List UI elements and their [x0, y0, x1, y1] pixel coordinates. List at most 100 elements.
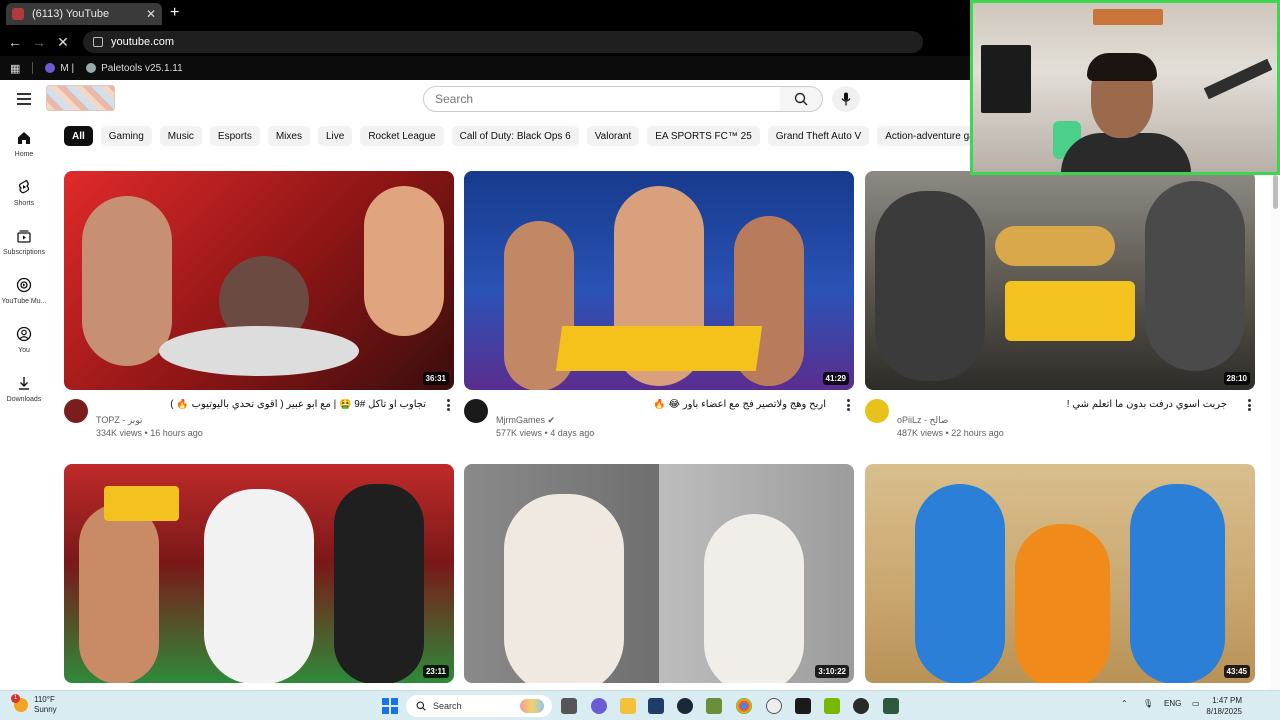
new-tab-button[interactable]: +	[170, 4, 179, 22]
chip-mixes[interactable]: Mixes	[267, 126, 310, 146]
settings-gear-icon[interactable]	[766, 698, 782, 714]
more-actions-icon[interactable]	[846, 399, 850, 411]
url-text: youtube.com	[111, 36, 174, 48]
video-title[interactable]: جربت اسوي درفت بدون ما اتعلم شي !	[897, 399, 1227, 410]
microphone-tray-icon[interactable]: 🎙	[1143, 699, 1153, 708]
taskbar-search[interactable]: Search	[406, 695, 552, 717]
video-card[interactable]: 43:45	[865, 464, 1255, 683]
chip-music[interactable]: Music	[159, 126, 202, 146]
bookmark-m[interactable]: M |	[45, 63, 74, 74]
sidebar-item-home[interactable]: Home	[0, 120, 48, 164]
sidebar-label: You	[18, 347, 30, 354]
sidebar-item-youtube-music[interactable]: YouTube Mu...	[0, 267, 48, 311]
sidebar-item-downloads[interactable]: Downloads	[0, 365, 48, 409]
sidebar-label: YouTube Mu...	[1, 298, 47, 305]
video-card[interactable]: 28:10 جربت اسوي درفت بدون ما اتعلم شي ! …	[865, 171, 1255, 440]
chip-gaming[interactable]: Gaming	[100, 126, 152, 146]
video-thumbnail[interactable]: 28:10	[865, 171, 1255, 390]
sidebar-item-subscriptions[interactable]: Subscriptions	[0, 218, 48, 262]
chip-action-adventure[interactable]: Action-adventure games	[877, 126, 970, 146]
video-thumbnail[interactable]: 3:10:22	[464, 464, 854, 683]
video-thumbnail[interactable]: 43:45	[865, 464, 1255, 683]
bookmark-paletools[interactable]: Paletools v25.1.11	[86, 63, 183, 74]
chip-esports[interactable]: Esports	[209, 126, 260, 146]
close-tab-icon[interactable]: ✕	[146, 7, 156, 21]
youtube-doodle-logo[interactable]	[46, 85, 115, 111]
scrollbar-thumb[interactable]	[1273, 175, 1278, 209]
home-icon	[18, 132, 30, 144]
video-stats: 334K views • 16 hours ago	[96, 428, 203, 438]
chip-valorant[interactable]: Valorant	[586, 126, 640, 146]
site-info-icon[interactable]	[93, 37, 103, 47]
chip-rocket-league[interactable]: Rocket League	[360, 126, 444, 146]
menu-icon[interactable]	[17, 93, 31, 105]
back-icon[interactable]: ←	[3, 34, 27, 50]
nvidia-icon[interactable]	[795, 698, 811, 714]
title-banner	[555, 326, 763, 371]
video-card[interactable]: 41:29 اربح وهج ولاتصير فج مع اعضاء باور …	[464, 171, 854, 440]
sidebar-item-shorts[interactable]: Shorts	[0, 169, 48, 213]
search-input[interactable]: Search	[423, 86, 781, 112]
chrome-icon[interactable]	[736, 698, 752, 714]
chip-all[interactable]: All	[64, 126, 93, 146]
chip-ea-sports-fc[interactable]: EA SPORTS FC™ 25	[647, 126, 760, 146]
sun-icon: 1	[11, 694, 28, 712]
page-scrollbar[interactable]	[1270, 120, 1280, 690]
video-stats: 577K views • 4 days ago	[496, 428, 595, 438]
divider	[32, 62, 34, 74]
video-title[interactable]: اربح وهج ولاتصير فج مع اعضاء باور 😂 🔥	[496, 399, 826, 410]
tab-title: (6113) YouTube	[32, 8, 110, 20]
nvidia-app-icon[interactable]	[824, 698, 840, 714]
apps-grid-icon[interactable]: ▦	[10, 62, 20, 75]
stop-loading-icon[interactable]: ✕	[51, 34, 75, 51]
search-button[interactable]	[780, 86, 823, 112]
browser-tab-youtube[interactable]: (6113) YouTube ✕	[6, 3, 162, 25]
channel-name[interactable]: MjrmGames ✔	[496, 415, 555, 426]
windows-start-icon[interactable]	[382, 698, 398, 714]
show-hidden-icons-icon[interactable]: ⌃	[1121, 699, 1128, 708]
store-icon[interactable]	[648, 698, 664, 714]
channel-avatar[interactable]	[464, 399, 488, 423]
video-thumbnail[interactable]: 41:29	[464, 171, 854, 390]
discord-icon[interactable]	[591, 698, 607, 714]
task-view-icon[interactable]	[561, 698, 577, 714]
chip-gta-v[interactable]: Grand Theft Auto V	[767, 126, 870, 146]
voice-search-button[interactable]	[832, 86, 860, 112]
steam-icon[interactable]	[677, 698, 693, 714]
video-title[interactable]: تجاوب او تاكل #9 🤮 | مع ابو عبير ( أقوى …	[96, 399, 426, 410]
person-figure	[504, 494, 624, 683]
input-language[interactable]: ENG	[1164, 699, 1181, 708]
taskbar-search-label: Search	[433, 701, 462, 711]
webcam-overlay	[970, 0, 1280, 175]
video-card[interactable]: 36:31 تجاوب او تاكل #9 🤮 | مع ابو عبير (…	[64, 171, 454, 440]
person-figure	[204, 489, 314, 683]
terminal-icon[interactable]	[883, 698, 899, 714]
more-actions-icon[interactable]	[1247, 399, 1251, 411]
channel-name[interactable]: oPiiLz - صالح	[897, 415, 948, 426]
subscriptions-icon	[17, 230, 31, 243]
upload-age: 22 hours ago	[951, 428, 1004, 438]
sidebar-item-you[interactable]: You	[0, 316, 48, 360]
more-actions-icon[interactable]	[446, 399, 450, 411]
video-card[interactable]: 3:10:22	[464, 464, 854, 683]
file-explorer-icon[interactable]	[620, 698, 636, 714]
forward-icon[interactable]: →	[27, 34, 51, 50]
obs-icon[interactable]	[853, 698, 869, 714]
weather-widget[interactable]: 1 110°F Sunny	[11, 694, 57, 715]
chip-call-of-duty[interactable]: Call of Duty: Black Ops 6	[451, 126, 579, 146]
address-bar[interactable]: youtube.com	[83, 31, 923, 53]
clock[interactable]: 1:47 PM 8/18/2025	[1196, 695, 1242, 717]
car-figure	[995, 226, 1115, 266]
upload-age: 4 days ago	[550, 428, 595, 438]
headphones-figure	[1087, 53, 1157, 81]
minecraft-icon[interactable]	[706, 698, 722, 714]
video-thumbnail[interactable]: 36:31	[64, 171, 454, 390]
channel-avatar[interactable]	[865, 399, 889, 423]
person-figure	[1130, 484, 1225, 683]
title-banner	[104, 486, 179, 521]
video-thumbnail[interactable]: 23:11	[64, 464, 454, 683]
chip-live[interactable]: Live	[317, 126, 353, 146]
video-card[interactable]: 23:11	[64, 464, 454, 683]
channel-avatar[interactable]	[64, 399, 88, 423]
channel-name[interactable]: TOPZ - توبز	[96, 415, 142, 426]
